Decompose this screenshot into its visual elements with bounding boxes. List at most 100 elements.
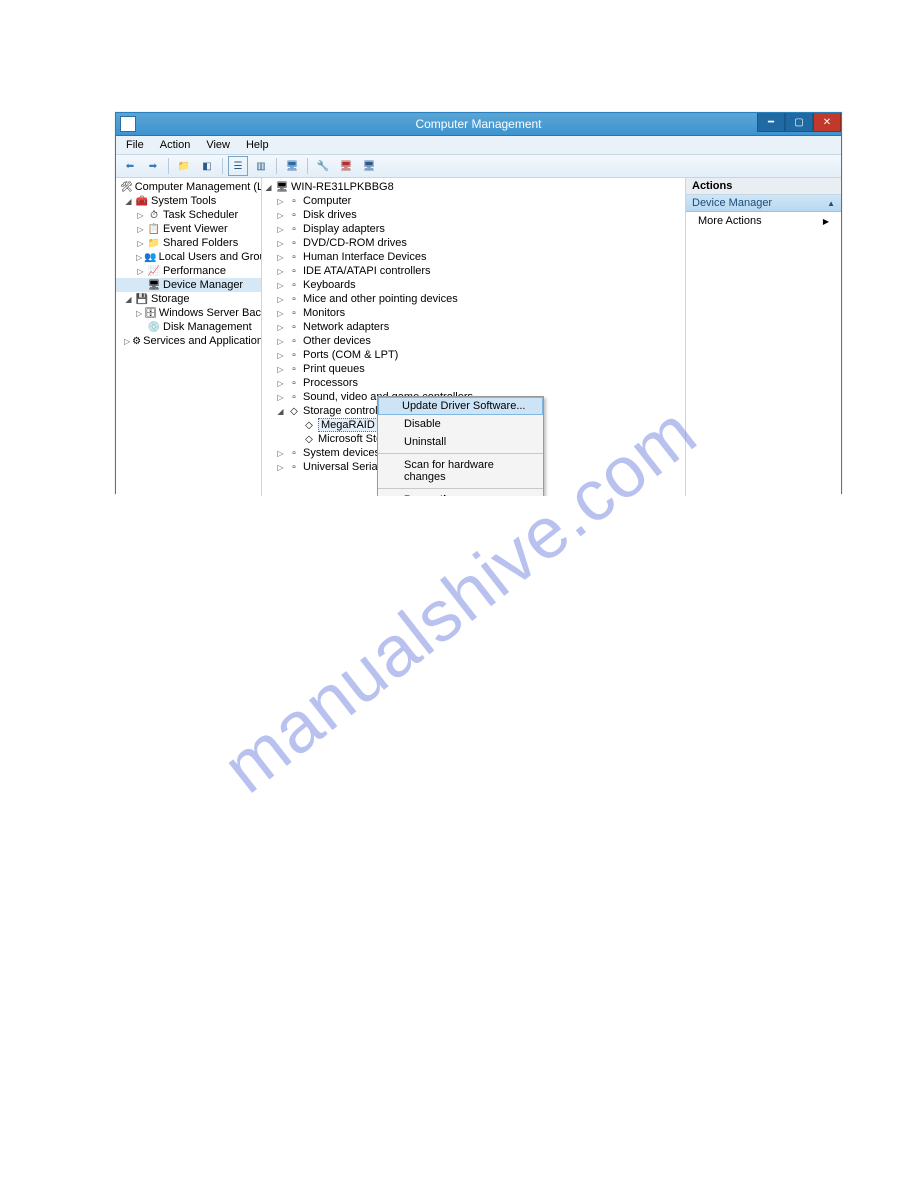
cat-label: Other devices (303, 335, 371, 347)
device-category[interactable]: ▷▫Network adapters (262, 320, 685, 334)
device-category[interactable]: ▷▫Display adapters (262, 222, 685, 236)
ctx-scan[interactable]: Scan for hardware changes (378, 456, 543, 486)
window-title: Computer Management (116, 117, 841, 131)
uninstall-button[interactable]: 🖥 (336, 156, 356, 176)
expand-icon[interactable]: ▷ (136, 211, 145, 220)
collapse-icon[interactable]: ◢ (276, 407, 285, 416)
expand-icon[interactable]: ▷ (276, 449, 285, 458)
expand-icon[interactable]: ▷ (276, 309, 285, 318)
device-category[interactable]: ▷▫Ports (COM & LPT) (262, 348, 685, 362)
tree-shared-folders[interactable]: ▷ 📁 Shared Folders (116, 236, 261, 250)
scan-button[interactable]: 🖥 (282, 156, 302, 176)
controller-icon: ◇ (302, 433, 316, 445)
device-category-icon: ▫ (287, 265, 301, 277)
tree-device-manager[interactable]: 🖥 Device Manager (116, 278, 261, 292)
console-tree-pane[interactable]: 🛠 Computer Management (Local) ◢ 🧰 System… (116, 178, 262, 496)
device-category-icon: ▫ (287, 335, 301, 347)
minimize-button[interactable]: ━ (757, 113, 785, 132)
expand-icon[interactable]: ▷ (276, 351, 285, 360)
device-category[interactable]: ▷▫Other devices (262, 334, 685, 348)
device-category[interactable]: ▷▫Computer (262, 194, 685, 208)
expand-icon[interactable]: ▷ (276, 281, 285, 290)
expand-icon[interactable]: ▷ (276, 267, 285, 276)
ctx-properties[interactable]: Properties (378, 491, 543, 496)
expand-icon[interactable]: ▷ (136, 225, 145, 234)
device-category-icon: ▫ (287, 307, 301, 319)
device-category[interactable]: ▷▫Human Interface Devices (262, 250, 685, 264)
menu-file[interactable]: File (118, 138, 152, 152)
expand-icon[interactable]: ▷ (136, 239, 145, 248)
expand-icon[interactable]: ▷ (276, 393, 285, 402)
device-category-icon: ▫ (287, 223, 301, 235)
device-category[interactable]: ▷▫Keyboards (262, 278, 685, 292)
update-driver-button[interactable]: 🔧 (313, 156, 333, 176)
expand-icon[interactable]: ▷ (136, 309, 142, 318)
collapse-icon[interactable]: ◢ (124, 197, 133, 206)
collapse-icon[interactable]: ▲ (827, 199, 835, 208)
device-category-icon: ▫ (287, 321, 301, 333)
ctx-disable[interactable]: Disable (378, 415, 543, 433)
titlebar[interactable]: Computer Management ━ ▢ ✕ (116, 113, 841, 136)
device-category[interactable]: ▷▫Processors (262, 376, 685, 390)
more-actions-label: More Actions (698, 215, 762, 227)
maximize-button[interactable]: ▢ (785, 113, 813, 132)
cat-label: Processors (303, 377, 358, 389)
tree-event-viewer[interactable]: ▷ 📋 Event Viewer (116, 222, 261, 236)
actions-section[interactable]: Device Manager ▲ (686, 195, 841, 212)
expand-icon[interactable]: ▷ (276, 379, 285, 388)
device-category[interactable]: ▷▫Print queues (262, 362, 685, 376)
expand-icon[interactable]: ▷ (276, 211, 285, 220)
tree-disk-mgmt[interactable]: 💿 Disk Management (116, 320, 261, 334)
tree-local-users[interactable]: ▷ 👥 Local Users and Groups (116, 250, 261, 264)
expand-icon[interactable]: ▷ (276, 253, 285, 262)
collapse-icon[interactable]: ◢ (124, 295, 133, 304)
close-button[interactable]: ✕ (813, 113, 841, 132)
menu-view[interactable]: View (198, 138, 238, 152)
expand-icon[interactable]: ▷ (276, 197, 285, 206)
expand-icon[interactable]: ▷ (276, 295, 285, 304)
tree-services-apps[interactable]: ▷ ⚙ Services and Applications (116, 334, 261, 348)
properties-button[interactable]: ☰ (228, 156, 248, 176)
perf-icon: 📈 (147, 265, 161, 277)
back-button[interactable]: ⬅ (120, 156, 140, 176)
expand-icon[interactable]: ▷ (136, 267, 145, 276)
device-category[interactable]: ▷▫Disk drives (262, 208, 685, 222)
device-category[interactable]: ▷▫DVD/CD-ROM drives (262, 236, 685, 250)
device-category[interactable]: ▷▫IDE ATA/ATAPI controllers (262, 264, 685, 278)
device-category[interactable]: ▷▫Monitors (262, 306, 685, 320)
device-mgr-icon: 🖥 (147, 279, 161, 291)
device-category[interactable]: ▷▫Mice and other pointing devices (262, 292, 685, 306)
item-label: Event Viewer (163, 223, 228, 235)
ctx-update-driver[interactable]: Update Driver Software... (378, 397, 543, 415)
disable-button[interactable]: 🖥 (359, 156, 379, 176)
item-label: Services and Applications (143, 335, 262, 347)
expand-icon[interactable]: ▷ (276, 365, 285, 374)
device-tree-pane[interactable]: ◢ 🖥 WIN-RE31LPKBBG8 ▷▫Computer▷▫Disk dri… (262, 178, 685, 496)
expand-icon[interactable]: ▷ (276, 337, 285, 346)
collapse-icon[interactable]: ◢ (264, 183, 273, 192)
menu-action[interactable]: Action (152, 138, 199, 152)
expand-icon[interactable]: ▷ (276, 225, 285, 234)
show-hide-button[interactable]: ◧ (197, 156, 217, 176)
actions-more[interactable]: More Actions ▶ (686, 212, 841, 230)
expand-icon[interactable]: ▷ (136, 253, 142, 262)
ctx-uninstall[interactable]: Uninstall (378, 433, 543, 451)
expand-icon[interactable]: ▷ (276, 239, 285, 248)
device-host[interactable]: ◢ 🖥 WIN-RE31LPKBBG8 (262, 180, 685, 194)
expand-icon[interactable]: ▷ (276, 463, 285, 472)
tree-root[interactable]: 🛠 Computer Management (Local) (116, 180, 261, 194)
forward-button[interactable]: ➡ (143, 156, 163, 176)
tree-performance[interactable]: ▷ 📈 Performance (116, 264, 261, 278)
tree-wsb[interactable]: ▷ 🗄 Windows Server Backup (116, 306, 261, 320)
tree-task-scheduler[interactable]: ▷ ⏱ Task Scheduler (116, 208, 261, 222)
tree-storage[interactable]: ◢ 💾 Storage (116, 292, 261, 306)
host-label: WIN-RE31LPKBBG8 (291, 181, 394, 193)
expand-icon[interactable]: ▷ (124, 337, 130, 346)
cat-label: Disk drives (303, 209, 357, 221)
menu-help[interactable]: Help (238, 138, 277, 152)
tree-system-tools[interactable]: ◢ 🧰 System Tools (116, 194, 261, 208)
app-icon (120, 116, 136, 132)
expand-icon[interactable]: ▷ (276, 323, 285, 332)
toolbar-button-a[interactable]: ▥ (251, 156, 271, 176)
folder-up-button[interactable]: 📁 (174, 156, 194, 176)
